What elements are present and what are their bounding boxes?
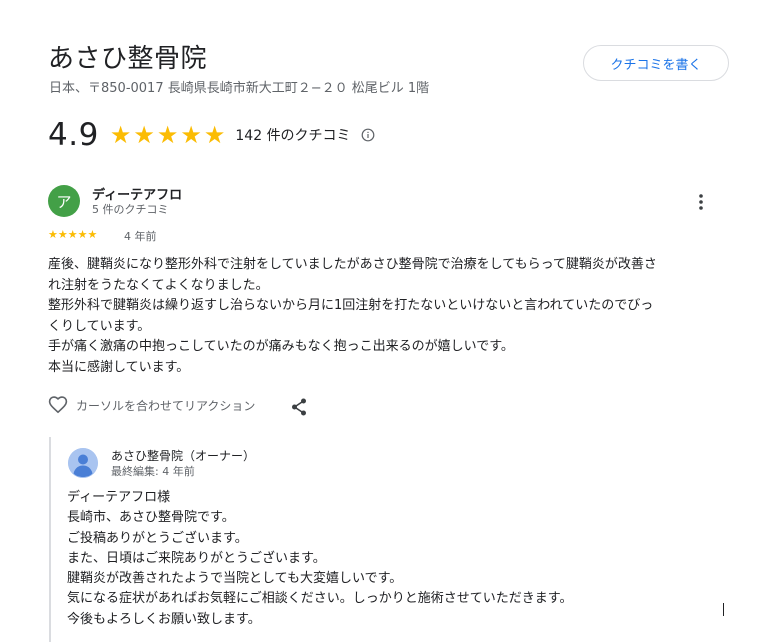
review-line: 本当に感謝しています。 — [48, 359, 190, 375]
star-icon: ★ — [48, 228, 58, 241]
owner-line: また、日頃はご来院ありがとうございます。 — [67, 550, 326, 566]
share-icon — [292, 398, 306, 416]
star-icon: ★ — [67, 228, 78, 241]
star-icon: ★ — [180, 121, 202, 149]
star-icon: ★ — [109, 121, 132, 149]
reaction-button[interactable]: カーソルを合わせてリアクション — [48, 396, 255, 414]
owner-name: あさひ整骨院（オーナー） — [111, 449, 256, 463]
reviewer-review-count: 5 件のクチコミ — [92, 203, 169, 216]
review-text: 産後、腱鞘炎になり整形外科で注射をしていましたがあさひ整骨院で治療をしてもらって… — [48, 255, 724, 378]
owner-line: ディーテアフロ様 — [67, 490, 171, 505]
write-review-button[interactable]: クチコミを書く — [583, 45, 729, 81]
more-options-button[interactable] — [690, 190, 712, 214]
business-address: 日本、〒850-0017 長崎県長崎市新大工町２−２０ 松尾ビル 1階 — [49, 81, 430, 96]
review-age: 4 年前 — [124, 230, 157, 243]
owner-line: ご投稿ありがとうございます。 — [67, 530, 248, 546]
star-icon: ★ — [57, 228, 68, 241]
owner-edited-time: 最終編集: 4 年前 — [111, 465, 195, 478]
review-line: 産後、腱鞘炎になり整形外科で注射をしていましたがあさひ整骨院で治療をしてもらって… — [48, 257, 657, 272]
reviewer-avatar[interactable]: ア — [48, 185, 80, 217]
owner-response-text: ディーテアフロ様 長崎市、あさひ整骨院です。 ご投稿ありがとうございます。 また… — [67, 488, 727, 630]
star-icon: ★ — [133, 121, 155, 149]
owner-line: 気になる症状があればお気軽にご相談ください。しっかりと施術させていただきます。 — [67, 591, 573, 607]
owner-line: 今後もよろしくお願い致します。 — [67, 611, 261, 627]
text-cursor — [723, 603, 724, 616]
review-line: 手が痛く激痛の中抱っこしていたのが痛みもなく抱っこ出来るのが嬉しいです。 — [48, 339, 514, 354]
rating-stars: ★ ★ ★ ★ ★ — [110, 123, 226, 147]
share-button[interactable] — [289, 397, 309, 417]
person-avatar-icon — [68, 448, 98, 478]
rating-summary: 4.9 ★ ★ ★ ★ ★ 142 件のクチコミ — [48, 113, 375, 157]
review-stars: ★ ★ ★ ★ ★ — [48, 229, 97, 241]
star-icon: ★ — [87, 228, 98, 241]
owner-line: 長崎市、あさひ整骨院です。 — [67, 510, 235, 526]
star-icon: ★ — [156, 121, 179, 149]
more-vert-icon — [699, 194, 703, 210]
info-icon[interactable] — [361, 128, 375, 142]
owner-response-divider — [49, 437, 51, 642]
business-name: あさひ整骨院 — [48, 44, 208, 74]
review-line: れ注射をうたなくてよくなりました。 — [48, 277, 269, 293]
review-line: 整形外科で腱鞘炎は繰り返すし治らないから月に1回注射を打たないといけないと言われ… — [48, 298, 654, 313]
star-icon: ★ — [77, 228, 88, 241]
review-count: 142 件のクチコミ — [235, 128, 351, 144]
star-icon: ★ — [203, 121, 226, 149]
heart-outline-icon — [48, 396, 68, 414]
review-line: くりしています。 — [48, 318, 151, 334]
owner-line: 腱鞘炎が改善されたようで当院としても大変嬉しいです。 — [67, 571, 403, 587]
rating-value: 4.9 — [48, 117, 99, 153]
reaction-label: カーソルを合わせてリアクション — [76, 398, 256, 413]
